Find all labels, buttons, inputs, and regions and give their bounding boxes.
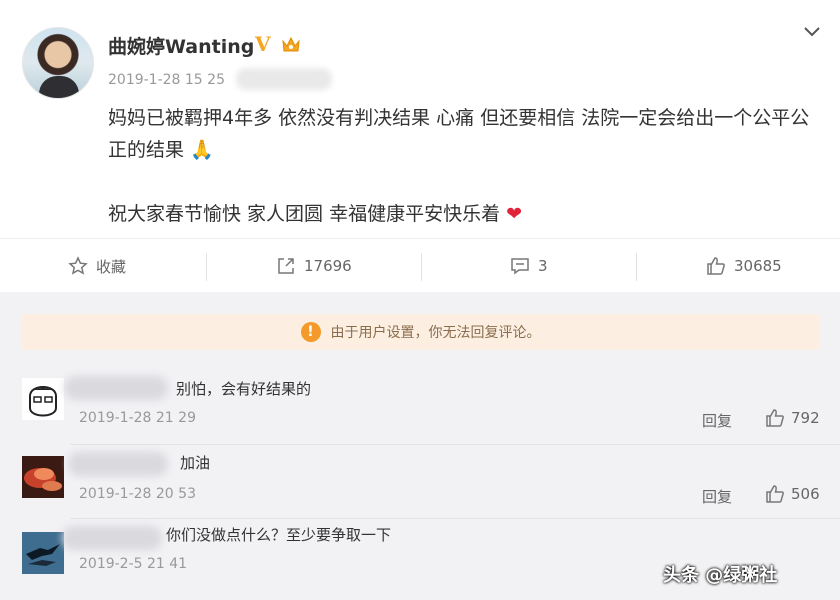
- author-avatar[interactable]: [22, 27, 94, 99]
- comment-like-button[interactable]: 792: [765, 408, 820, 428]
- comment-item: 加油 2019-1-28 20 53 回复 506: [0, 450, 840, 524]
- comment-like-count: 506: [791, 485, 820, 503]
- comment-text: 别怕，会有好结果的: [176, 380, 312, 398]
- thumb-up-icon: [766, 409, 784, 427]
- star-icon: [68, 256, 88, 275]
- favorite-label: 收藏: [96, 257, 127, 276]
- chevron-down-icon[interactable]: [803, 26, 821, 38]
- commenter-avatar[interactable]: [22, 456, 64, 498]
- comment-like-button[interactable]: 506: [765, 484, 820, 504]
- like-button[interactable]: 30685: [706, 239, 782, 293]
- comments-section: ! 由于用户设置，你无法回复评论。 别怕，会有好结果的 2019-1-28 21…: [0, 292, 840, 600]
- comment-text: 你们没做点什么？至少要争取一下: [166, 526, 392, 544]
- comment-time: 2019-1-28 20 53: [79, 486, 196, 502]
- pray-emoji: 🙏: [190, 139, 214, 161]
- comment-like-count: 792: [791, 409, 820, 427]
- post-source-redacted: [236, 68, 332, 90]
- heart-emoji: ❤: [506, 203, 523, 225]
- commenter-avatar[interactable]: [22, 532, 64, 574]
- reply-button[interactable]: 回复: [702, 486, 732, 507]
- watermark-text: 头条 @绿粥社: [663, 565, 778, 586]
- post-timestamp: 2019-1-28 15 25: [108, 72, 225, 88]
- comment-item: 别怕，会有好结果的 2019-1-28 21 29 回复 792: [0, 374, 840, 448]
- like-count: 30685: [734, 257, 782, 275]
- notice-text: 由于用户设置，你无法回复评论。: [330, 325, 541, 341]
- action-divider: [421, 253, 422, 281]
- favorite-button[interactable]: 收藏: [68, 239, 126, 293]
- verified-badge: V: [255, 32, 271, 56]
- post-content: 妈妈已被羁押4年多 依然没有判决结果 心痛 但还要相信 法院一定会给出一个公平公…: [108, 102, 823, 230]
- crown-icon: [282, 36, 300, 52]
- commenter-name-redacted: [64, 376, 168, 400]
- comment-time: 2019-2-5 21 41: [79, 556, 188, 572]
- comment-text: 加油: [180, 454, 211, 472]
- comment-icon: [511, 258, 529, 275]
- comment-divider: [70, 518, 840, 519]
- comment-time: 2019-1-28 21 29: [79, 410, 196, 426]
- comment-button[interactable]: 3: [510, 239, 548, 293]
- action-bar: 收藏 17696 3 30685: [0, 238, 840, 292]
- alert-icon: !: [300, 322, 321, 342]
- action-divider: [206, 253, 207, 281]
- commenter-name-redacted: [62, 526, 162, 550]
- share-icon: [278, 258, 294, 274]
- reply-disabled-notice: ! 由于用户设置，你无法回复评论。: [22, 314, 819, 350]
- repost-count: 17696: [304, 257, 352, 275]
- weibo-post: 曲婉婷Wanting V 2019-1-28 15 25 妈妈已被羁押4年多 依…: [0, 0, 840, 238]
- repost-button[interactable]: 17696: [276, 239, 352, 293]
- action-divider: [636, 253, 637, 281]
- comment-count: 3: [538, 257, 548, 275]
- thumb-up-icon: [766, 485, 784, 503]
- comment-divider: [70, 444, 840, 445]
- post-text-line2: 祝大家春节愉快 家人团圆 幸福健康平安快乐着: [108, 203, 501, 225]
- author-name[interactable]: 曲婉婷Wanting: [108, 32, 254, 59]
- commenter-avatar[interactable]: [22, 378, 64, 420]
- thumb-up-icon: [707, 257, 725, 275]
- reply-button[interactable]: 回复: [702, 410, 732, 431]
- commenter-name-redacted: [68, 452, 168, 476]
